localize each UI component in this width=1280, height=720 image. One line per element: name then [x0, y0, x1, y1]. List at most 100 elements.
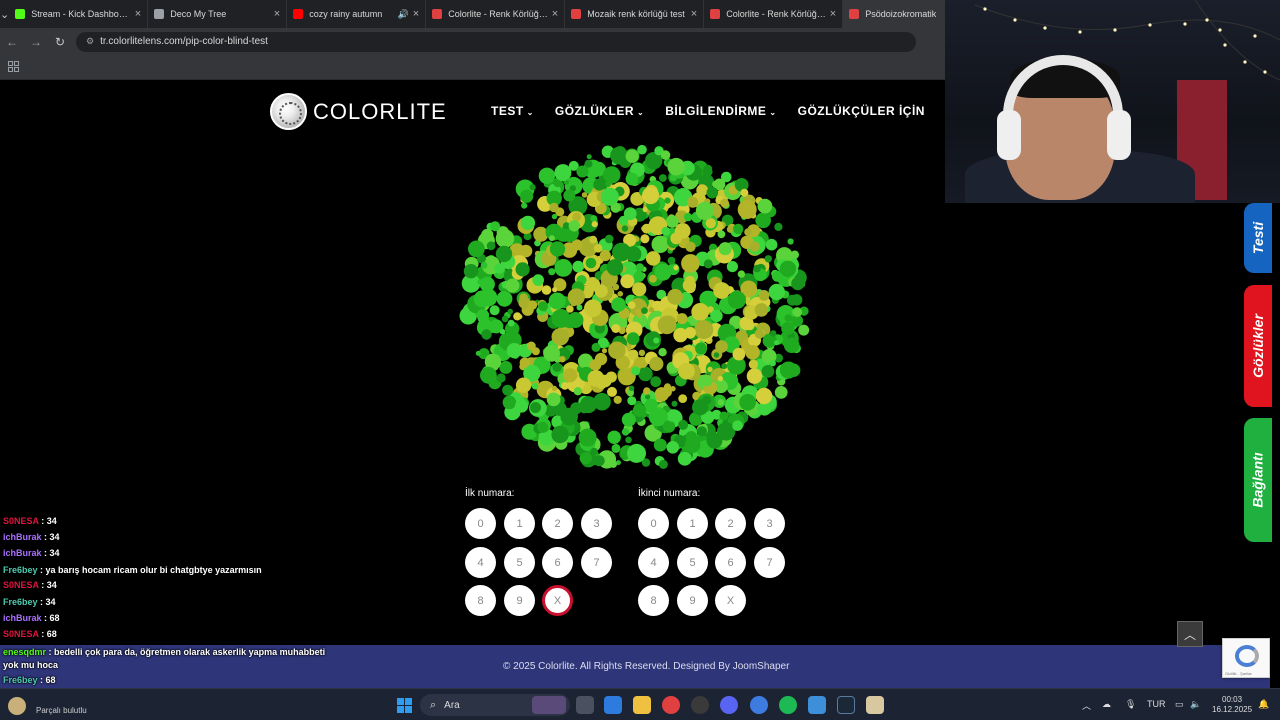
chrome-active-icon[interactable] [750, 696, 768, 714]
first-number-button[interactable]: 6 [542, 547, 573, 578]
steam-icon[interactable] [837, 696, 855, 714]
copyright-text: © 2025 Colorlite. All Rights Reserved. D… [503, 661, 790, 672]
side-tab-test[interactable]: Testi [1244, 203, 1272, 273]
first-number-button[interactable]: 1 [504, 508, 535, 539]
first-number-button[interactable]: 0 [465, 508, 496, 539]
system-clock[interactable]: 00:03 16.12.2025 [1212, 695, 1252, 715]
tab-title: Stream - Kick Dashboard [31, 9, 131, 19]
plate-dot [635, 263, 644, 272]
tab-favicon-icon [571, 9, 582, 19]
plate-dot [507, 319, 515, 327]
nav-item[interactable]: GÖZLÜKLER ⌄ [555, 104, 644, 118]
discord-icon[interactable] [720, 696, 738, 714]
side-tab-link[interactable]: Bağlantı [1244, 418, 1272, 542]
address-bar[interactable]: ⚙ tr.colorlitelens.com/pip-color-blind-t… [76, 31, 916, 52]
plate-dot [515, 377, 532, 393]
tab-close-icon[interactable]: × [691, 8, 697, 20]
volume-icon[interactable]: 🔈 [1190, 699, 1201, 710]
first-number-button[interactable]: 4 [465, 547, 496, 578]
file-explorer-icon[interactable] [633, 696, 651, 714]
browser-toolbar: ← → ↻ ⚙ tr.colorlitelens.com/pip-color-b… [0, 28, 945, 55]
chat-username: ichBurak [3, 548, 42, 558]
windows-start-icon[interactable] [397, 698, 412, 713]
first-number-button[interactable]: 2 [542, 508, 573, 539]
tray-cloud-icon[interactable]: ☁ [1102, 699, 1111, 710]
obs-icon[interactable] [691, 696, 709, 714]
first-number-button[interactable]: X [542, 585, 573, 616]
second-number-button[interactable]: 6 [715, 547, 746, 578]
second-number-button[interactable]: 4 [638, 547, 669, 578]
plate-dot [779, 260, 797, 277]
notifications-icon[interactable]: 🔔 [1258, 699, 1269, 710]
network-icon[interactable]: ▭ [1175, 699, 1184, 710]
second-number-button[interactable]: 9 [677, 585, 708, 616]
microsoft-store-icon[interactable] [604, 696, 622, 714]
plate-dot [659, 174, 667, 182]
plate-dot [621, 225, 629, 232]
photos-icon[interactable] [808, 696, 826, 714]
plate-dot [584, 299, 602, 318]
tab-search-menu[interactable]: ⌄ [0, 0, 9, 28]
tab-close-icon[interactable]: × [274, 8, 280, 20]
language-indicator[interactable]: TUR [1147, 699, 1166, 709]
first-number-button[interactable]: 5 [504, 547, 535, 578]
microphone-icon[interactable]: 🎙 [1125, 699, 1136, 710]
app-icon[interactable] [866, 696, 884, 714]
browser-tab[interactable]: Stream - Kick Dashboard × [9, 0, 149, 28]
tab-close-icon[interactable]: × [830, 8, 836, 20]
tab-close-icon[interactable]: × [413, 8, 419, 20]
nav-item[interactable]: BİLGİLENDİRME ⌄ [665, 104, 776, 118]
recaptcha-terms[interactable]: Gizlilik - Şartlar [1225, 671, 1252, 676]
side-tab-glasses[interactable]: Gözlükler [1244, 285, 1272, 407]
forward-arrow-icon[interactable]: → [24, 35, 48, 49]
reload-icon[interactable]: ↻ [48, 35, 72, 49]
chat-text: 34 [46, 580, 57, 590]
second-number-button[interactable]: X [715, 585, 746, 616]
colorlite-logo[interactable]: COLORLITE [270, 93, 447, 130]
second-number-button[interactable]: 3 [754, 508, 785, 539]
task-view-icon[interactable] [576, 696, 594, 714]
plate-dot [666, 441, 680, 454]
plate-dot [599, 249, 611, 262]
first-number-label: İlk numara: [465, 488, 515, 499]
second-number-button[interactable]: 7 [754, 547, 785, 578]
second-number-button[interactable]: 8 [638, 585, 669, 616]
plate-dot [613, 395, 622, 404]
second-number-button[interactable]: 2 [715, 508, 746, 539]
second-number-button[interactable]: 5 [677, 547, 708, 578]
tray-overflow-icon[interactable]: ︿ [1082, 699, 1091, 712]
spotify-icon[interactable] [779, 696, 797, 714]
plate-dot [609, 460, 617, 468]
browser-tab[interactable]: Mozaik renk körlüğü test × [565, 0, 705, 28]
first-number-button[interactable]: 7 [581, 547, 612, 578]
apps-grid-icon[interactable] [8, 61, 19, 72]
first-number-button[interactable]: 9 [504, 585, 535, 616]
tab-favicon-icon [710, 9, 721, 19]
first-number-button[interactable]: 3 [581, 508, 612, 539]
nav-item[interactable]: TEST ⌄ [491, 104, 534, 118]
site-info-icon[interactable]: ⚙ [86, 36, 94, 47]
nav-item[interactable]: GÖZLÜKÇÜLER İÇİN [798, 104, 925, 118]
plate-dot [579, 452, 592, 465]
tab-audio-icon[interactable]: 🔊 [398, 9, 409, 20]
chat-username: S0NESA [3, 516, 39, 526]
scroll-to-top-button[interactable]: ︿ [1177, 621, 1203, 647]
second-number-button[interactable]: 1 [677, 508, 708, 539]
back-arrow-icon[interactable]: ← [0, 35, 24, 49]
search-highlight-icon[interactable] [532, 696, 566, 714]
plate-dot [625, 172, 639, 186]
weather-widget[interactable]: Parçalı bulutlu [4, 693, 134, 719]
headphone-left-cup [997, 110, 1021, 160]
browser-tab[interactable]: Colorlite - Renk Körlüğü T × [704, 0, 844, 28]
chrome-icon[interactable] [662, 696, 680, 714]
plate-dot [581, 192, 588, 198]
first-number-button[interactable]: 8 [465, 585, 496, 616]
tab-close-icon[interactable]: × [552, 8, 558, 20]
browser-tab[interactable]: Deco My Tree × [148, 0, 288, 28]
browser-tab[interactable]: Psödoizokromatik [843, 0, 945, 28]
recaptcha-badge[interactable]: Gizlilik - Şartlar [1222, 638, 1270, 678]
browser-tab[interactable]: Colorlite - Renk Körlüğü T × [426, 0, 566, 28]
tab-close-icon[interactable]: × [135, 8, 141, 20]
browser-tab[interactable]: cozy rainy autumn 🔊 × [287, 0, 427, 28]
second-number-button[interactable]: 0 [638, 508, 669, 539]
